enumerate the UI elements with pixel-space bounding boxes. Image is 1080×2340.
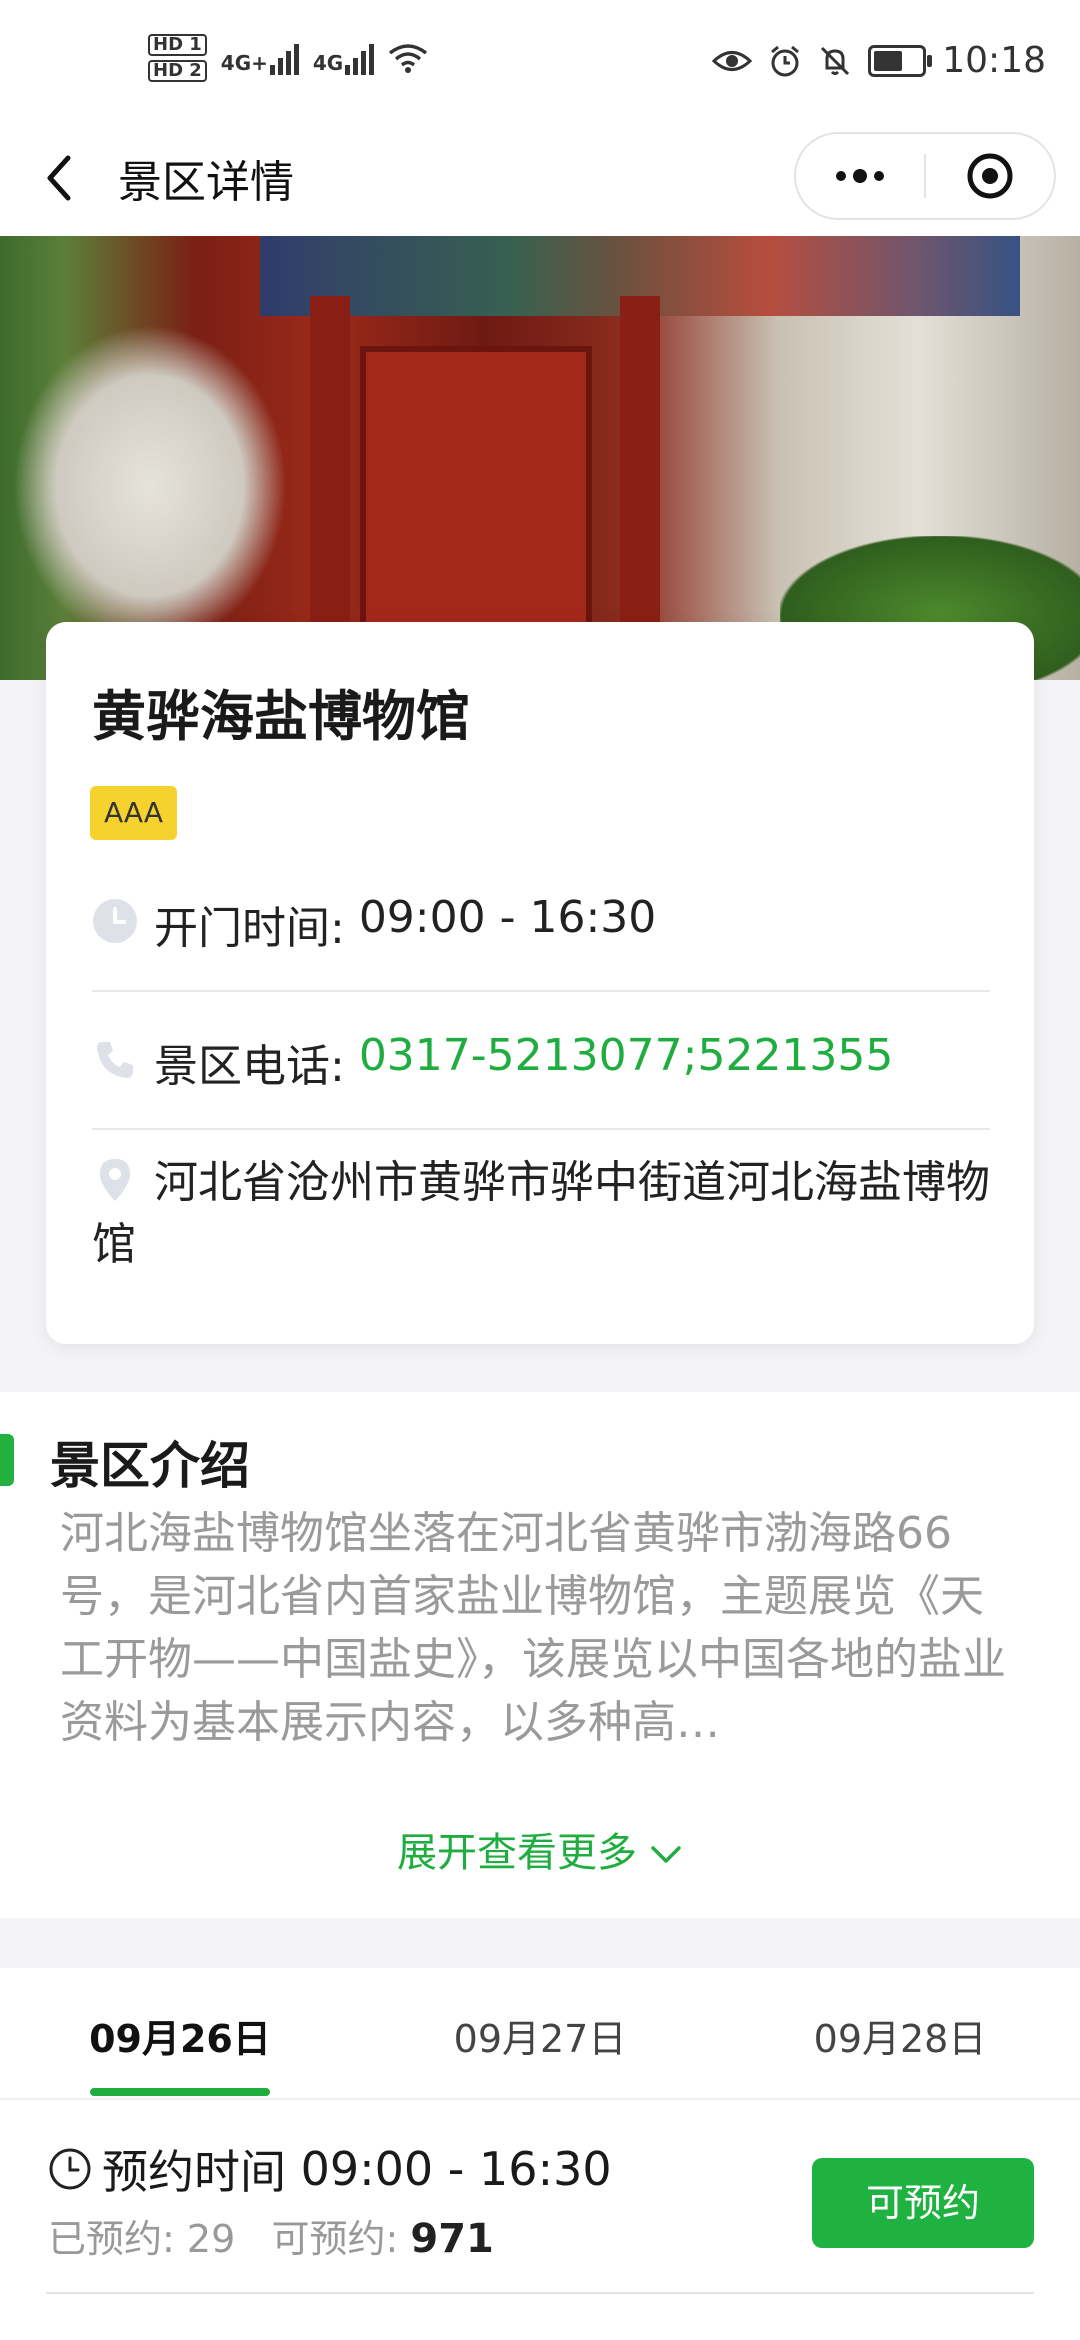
phone-row[interactable]: 景区电话: 0317-5213077;5221355 [92, 1030, 990, 1094]
signal-1: 4G+ [221, 41, 299, 75]
intro-text: 河北海盐博物馆坐落在河北省黄骅市渤海路66号，是河北省内首家盐业博物馆，主题展览… [60, 1508, 1006, 1748]
available-count: 971 [410, 2216, 494, 2262]
clock-time: 10:18 [942, 40, 1046, 81]
booked-label: 已预约: [48, 2217, 187, 2261]
address-row[interactable]: 河北省沧州市黄骅市骅中街道河北海盐博物馆 [92, 1152, 990, 1276]
active-tab-indicator [90, 2088, 270, 2096]
clock-icon [49, 2148, 91, 2190]
date-tab-0927[interactable]: 09月27日 [360, 2008, 720, 2063]
phone-number-link[interactable]: 0317-5213077;5221355 [359, 1030, 894, 1081]
booking-section: 09月26日 09月27日 09月28日 预约时间 09:00 - 16:30 … [0, 1968, 1080, 2340]
net1-label: 4G+ [220, 51, 268, 75]
intro-title: 景区介绍 [50, 1437, 250, 1495]
date-tabs: 09月26日 09月27日 09月28日 [0, 1968, 1080, 2100]
divider [46, 2292, 1034, 2294]
battery-icon [868, 44, 933, 77]
more-menu-button[interactable] [796, 134, 924, 218]
expand-more-label: 展开查看更多 [397, 1830, 637, 1876]
signal-2: 4G [312, 41, 375, 75]
miniprogram-capsule [794, 132, 1056, 220]
opening-hours-row: 开门时间: 09:00 - 16:30 [92, 892, 990, 956]
level-badge: AAA [90, 786, 178, 840]
signal-bars-icon [345, 41, 375, 75]
divider [92, 1128, 990, 1130]
phone-label: 景区电话: [154, 1041, 359, 1092]
chevron-down-icon [651, 1846, 681, 1863]
back-arrow-icon[interactable] [40, 150, 80, 206]
slot-time-value: 09:00 - 16:30 [300, 2142, 612, 2196]
booked-count: 29 [186, 2217, 236, 2261]
sim2-badge: HD 2 [148, 60, 207, 82]
net2-label: 4G [312, 51, 344, 75]
eye-icon [712, 50, 753, 71]
clock-icon [93, 899, 137, 943]
available-label: 可预约: [271, 2217, 411, 2261]
address-value: 河北省沧州市黄骅市骅中街道河北海盐博物馆 [92, 1157, 990, 1270]
address-text: 河北省沧州市黄骅市骅中街道河北海盐博物馆 [92, 1152, 990, 1276]
target-icon [967, 153, 1013, 199]
date-tab-0926[interactable]: 09月26日 [0, 2008, 360, 2063]
hero-image [0, 236, 1080, 680]
signal-bars-icon [269, 41, 299, 75]
intro-section: 景区介绍 河北海盐博物馆坐落在河北省黄骅市渤海路66号，是河北省内首家盐业博物馆… [0, 1392, 1080, 1918]
date-tab-0928[interactable]: 09月28日 [720, 2008, 1080, 2063]
status-bar: HD 1 HD 2 4G+ 4G 10:18 [0, 0, 1080, 120]
wifi-icon [389, 44, 428, 73]
slot-label: 预约时间 [102, 2145, 301, 2199]
dot-icon [836, 171, 846, 181]
spot-info-card: 黄骅海盐博物馆 AAA 开门时间: 09:00 - 16:30 景区电话: 03… [46, 622, 1034, 1344]
status-right: 10:18 [712, 40, 1046, 81]
slot-stats: 已预约: 29 可预约: 971 [48, 2208, 494, 2263]
hours-value: 09:00 - 16:30 [358, 892, 657, 943]
page-title: 景区详情 [118, 157, 294, 208]
spot-name: 黄骅海盐博物馆 [92, 685, 470, 748]
alarm-icon [771, 45, 800, 76]
status-left: HD 1 HD 2 4G+ 4G [148, 34, 428, 82]
slot-time-row: 预约时间 09:00 - 16:30 [48, 2136, 612, 2202]
nav-bar: 景区详情 [0, 120, 1080, 236]
sim-indicators: HD 1 HD 2 [148, 34, 207, 82]
location-pin-icon [100, 1159, 130, 1201]
expand-more-button[interactable]: 展开查看更多 [0, 1820, 1080, 1878]
sim1-badge: HD 1 [148, 34, 207, 56]
hours-label: 开门时间: [154, 903, 359, 954]
divider [92, 990, 990, 992]
dot-icon [853, 169, 867, 183]
phone-icon [97, 1042, 133, 1078]
close-miniprogram-button[interactable] [926, 151, 1054, 201]
book-button[interactable]: 可预约 [812, 2158, 1034, 2248]
section-accent-bar [0, 1434, 14, 1486]
mute-bell-icon [821, 46, 850, 75]
dot-icon [874, 171, 884, 181]
